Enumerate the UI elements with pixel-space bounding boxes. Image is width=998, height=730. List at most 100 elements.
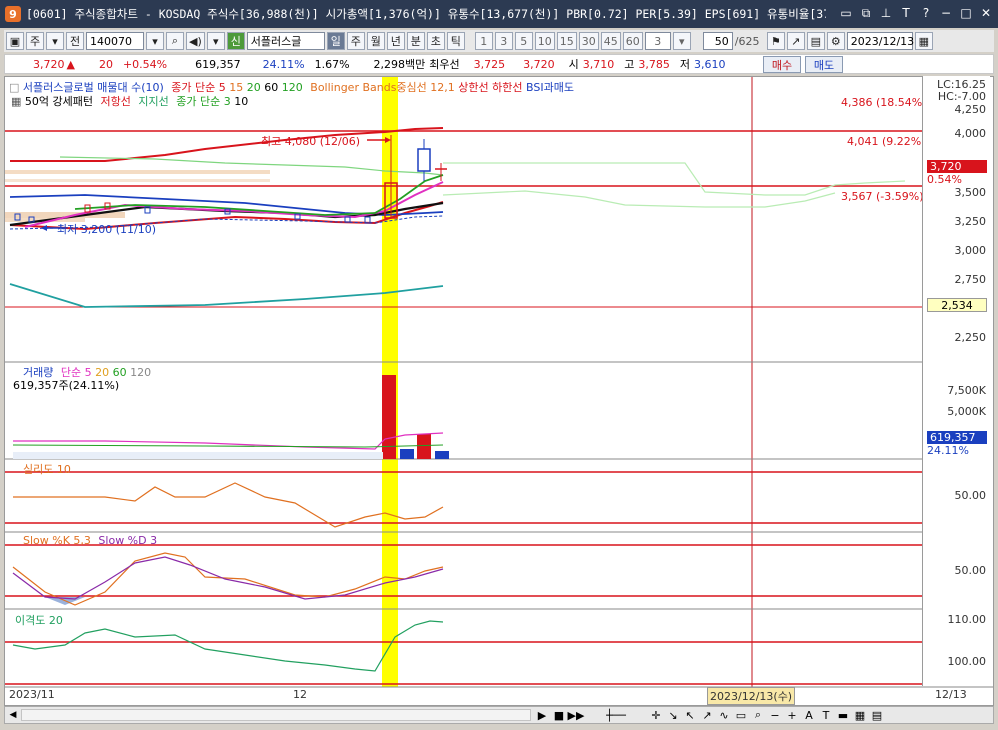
font-icon[interactable]: T [898, 5, 914, 21]
value-axis[interactable]: LC:16.25 HC:-7.00 4,250 4,000 3,500 3,25… [922, 76, 990, 686]
disparity-tick-110: 110.00 [947, 613, 987, 626]
box-icon[interactable]: ▭ [734, 708, 748, 722]
sound-icon[interactable]: ◀) [186, 32, 205, 50]
period-minute[interactable]: 분 [406, 32, 425, 50]
volume-bar[interactable] [435, 451, 449, 459]
period-day[interactable]: 일 [326, 32, 345, 50]
chart-svg[interactable] [5, 77, 993, 705]
line-tool-icon[interactable]: ↘ [666, 708, 680, 722]
low-annotation: 최저 3,200 (11/10) [57, 223, 157, 236]
display-count-input[interactable]: 50 [702, 32, 733, 50]
high-price: 3,785 [638, 57, 670, 71]
chart-scrollbar[interactable]: ◀ ▶ ■ ▶▶ ┼── ✛ ↘ ↖ ↗ ∿ ▭ ⌕ − + A T ▬ ▦ ▤ [4, 706, 994, 724]
play-icon[interactable]: ▶ [535, 708, 549, 722]
text-tool-icon[interactable]: A [802, 708, 816, 722]
period-week[interactable]: 주 [346, 32, 365, 50]
interval-15[interactable]: 15 [556, 32, 577, 50]
date-input[interactable]: 2023/12/13 [846, 32, 914, 50]
custom-interval-input[interactable]: 3 [644, 32, 671, 50]
best-bid: 3,720 [523, 57, 555, 71]
crosshair-icon[interactable]: ✛ [649, 708, 663, 722]
best-ask: 3,725 [473, 57, 506, 71]
disparity-tick-100: 100.00 [947, 655, 987, 668]
cursor-icon[interactable]: ↖ [683, 708, 697, 722]
mode-dropdown-icon[interactable]: ▾ [46, 32, 64, 50]
interval-10[interactable]: 10 [534, 32, 555, 50]
custom-interval-dropdown-icon[interactable]: ▾ [672, 32, 691, 50]
volume-bar[interactable] [417, 434, 431, 459]
window-badge: 9 [5, 6, 21, 22]
interval-30[interactable]: 30 [578, 32, 599, 50]
interval-45[interactable]: 45 [600, 32, 621, 50]
period-year[interactable]: 년 [386, 32, 405, 50]
minimize-icon[interactable]: − [938, 5, 954, 21]
fast-forward-icon[interactable]: ▶▶ [568, 708, 585, 722]
zoom-in-icon[interactable]: + [785, 708, 799, 722]
period-tick[interactable]: 틱 [446, 32, 465, 50]
indicator-icon[interactable]: ⚑ [766, 32, 785, 50]
interval-3[interactable]: 3 [494, 32, 513, 50]
interval-5[interactable]: 5 [514, 32, 533, 50]
grid-tool-icon[interactable]: ▤ [870, 708, 884, 722]
help-icon[interactable]: ? [918, 5, 934, 21]
label-4041: 4,041 (9.22%) [847, 135, 926, 148]
settings-gear-icon[interactable]: ⚙ [826, 32, 845, 50]
current-price: 3,720 [33, 57, 65, 71]
zoom-icon[interactable]: ⌕ [751, 708, 765, 722]
ma-long [9, 283, 444, 308]
chart-canvas[interactable]: □ 서플러스글로벌 매물대 수(10) 종가 단순 5 15 20 60 120… [4, 76, 994, 706]
save-icon[interactable]: ▤ [806, 32, 825, 50]
period-month[interactable]: 월 [366, 32, 385, 50]
price-change-pct: +0.54% [122, 57, 168, 71]
stop-icon[interactable]: ■ [552, 708, 566, 722]
date-axis-mid: 12 [293, 688, 307, 701]
label-4386: 4,386 (18.54%) [841, 96, 927, 109]
restore-icon[interactable]: ⧉ [858, 5, 874, 21]
chart-menu-icon[interactable]: ▣ [6, 32, 24, 50]
disparity-curve [12, 620, 444, 672]
candle-body[interactable] [417, 148, 431, 172]
interval-1[interactable]: 1 [474, 32, 493, 50]
sell-button[interactable]: 매도 [805, 56, 843, 73]
hc-label: HC:-7.00 [937, 90, 986, 103]
bollinger-upper [10, 127, 444, 162]
trend-icon[interactable]: ↗ [700, 708, 714, 722]
axis-tick-3250: 3,250 [954, 215, 987, 228]
volume-subtitle: 619,357주(24.11%) [13, 379, 120, 392]
layout-icon[interactable]: ▭ [838, 5, 854, 21]
mode-select[interactable]: 주 [26, 32, 44, 50]
low-price: 3,610 [694, 57, 726, 71]
label-3567: 3,567 (-3.59%) [841, 190, 924, 203]
code-dropdown-icon[interactable]: ▾ [146, 32, 164, 50]
interval-60[interactable]: 60 [622, 32, 643, 50]
axis-tick-4000: 4,000 [954, 127, 987, 140]
current-price-tag: 3,720 [927, 160, 987, 173]
eraser-icon[interactable]: ▬ [836, 708, 850, 722]
sound-dropdown-icon[interactable]: ▾ [206, 32, 225, 50]
volume-tick-7500: 7,500K [947, 384, 986, 397]
search-icon[interactable]: ⌕ [166, 32, 184, 50]
zoom-out-icon[interactable]: − [768, 708, 782, 722]
pin-icon[interactable]: ⊥ [878, 5, 894, 21]
total-count: /625 [734, 34, 760, 48]
stock-code-input[interactable]: 140070 [86, 32, 144, 50]
layout-grid-icon[interactable]: ▦ [853, 708, 867, 722]
draw-tool-icon[interactable]: ↗ [786, 32, 805, 50]
wave-icon[interactable]: ∿ [717, 708, 731, 722]
axis-tick-2250: 2,250 [954, 331, 987, 344]
close-icon[interactable]: ✕ [978, 5, 994, 21]
speed-slider[interactable]: ┼── [586, 708, 646, 722]
calendar-icon[interactable]: ▦ [914, 32, 933, 50]
volume-value: 619,357 [195, 57, 241, 71]
scroll-track[interactable] [21, 709, 531, 721]
prev-toggle[interactable]: 전 [66, 32, 84, 50]
period-second[interactable]: 초 [426, 32, 445, 50]
open-price: 3,710 [582, 57, 615, 71]
buy-button[interactable]: 매수 [763, 56, 801, 73]
volume-profile-bar [5, 170, 270, 174]
text-t-icon[interactable]: T [819, 708, 833, 722]
volume-bar[interactable] [400, 449, 414, 459]
maximize-icon[interactable]: □ [958, 5, 974, 21]
scroll-left-icon[interactable]: ◀ [6, 708, 20, 722]
ma-extension [443, 162, 906, 196]
